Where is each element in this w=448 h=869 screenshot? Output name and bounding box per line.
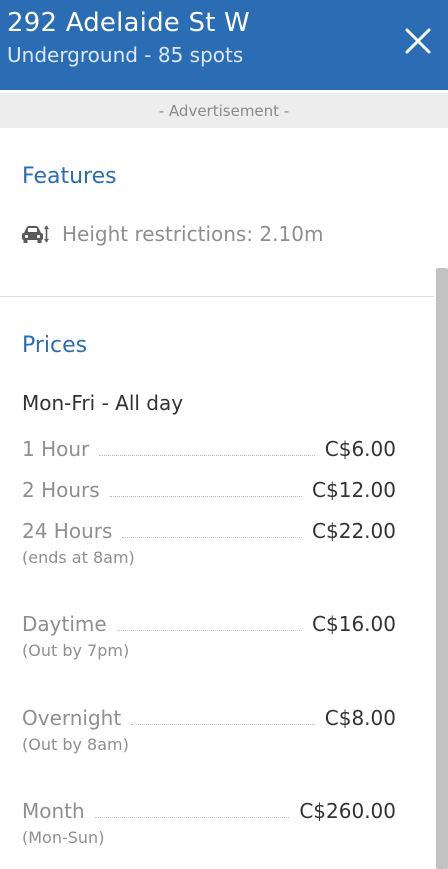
car-height-icon bbox=[22, 225, 49, 243]
feature-text: Height restrictions: 2.10m bbox=[62, 222, 324, 246]
dotted-leader bbox=[131, 724, 315, 725]
price-row-month: Month C$260.00 bbox=[22, 796, 396, 824]
price-row-24-hours: 24 Hours C$22.00 bbox=[22, 516, 396, 544]
price-label: Month bbox=[22, 799, 85, 823]
dotted-leader bbox=[109, 496, 303, 497]
price-value: C$260.00 bbox=[299, 799, 396, 823]
price-value: C$6.00 bbox=[324, 437, 396, 461]
price-label: 24 Hours bbox=[22, 519, 113, 543]
price-label: Overnight bbox=[22, 706, 122, 730]
price-label: 1 Hour bbox=[22, 437, 90, 461]
advertisement-label: - Advertisement - bbox=[0, 93, 448, 128]
price-group-title: Mon-Fri - All day bbox=[22, 391, 184, 415]
price-value: C$22.00 bbox=[312, 519, 396, 543]
price-value: C$16.00 bbox=[312, 612, 396, 636]
price-value: C$8.00 bbox=[324, 706, 396, 730]
close-button[interactable] bbox=[398, 21, 438, 61]
price-value: C$12.00 bbox=[312, 478, 396, 502]
features-heading: Features bbox=[22, 164, 117, 189]
price-row-2-hours: 2 Hours C$12.00 bbox=[22, 475, 396, 503]
price-label: 2 Hours bbox=[22, 478, 100, 502]
page-title: 292 Adelaide St W bbox=[7, 8, 250, 38]
dotted-leader bbox=[122, 537, 303, 538]
price-row-daytime: Daytime C$16.00 bbox=[22, 609, 396, 637]
dotted-leader bbox=[116, 630, 303, 631]
feature-item-height: Height restrictions: 2.10m bbox=[21, 220, 323, 248]
prices-heading: Prices bbox=[22, 333, 88, 358]
section-divider bbox=[0, 296, 434, 297]
price-note: (Out by 8am) bbox=[22, 735, 129, 754]
page-subtitle: Underground - 85 spots bbox=[7, 43, 244, 67]
price-label: Daytime bbox=[22, 612, 107, 636]
price-note: (Out by 7pm) bbox=[22, 641, 130, 660]
close-icon bbox=[405, 28, 431, 54]
price-row-1-hour: 1 Hour C$6.00 bbox=[22, 434, 396, 462]
header-bar: 292 Adelaide St W Underground - 85 spots bbox=[0, 0, 448, 90]
dotted-leader bbox=[94, 817, 290, 818]
scrollbar-thumb[interactable] bbox=[436, 268, 448, 869]
price-row-overnight: Overnight C$8.00 bbox=[22, 703, 396, 731]
price-note: (ends at 8am) bbox=[22, 548, 135, 567]
price-note: (Mon-Sun) bbox=[22, 828, 105, 847]
dotted-leader bbox=[99, 455, 315, 456]
